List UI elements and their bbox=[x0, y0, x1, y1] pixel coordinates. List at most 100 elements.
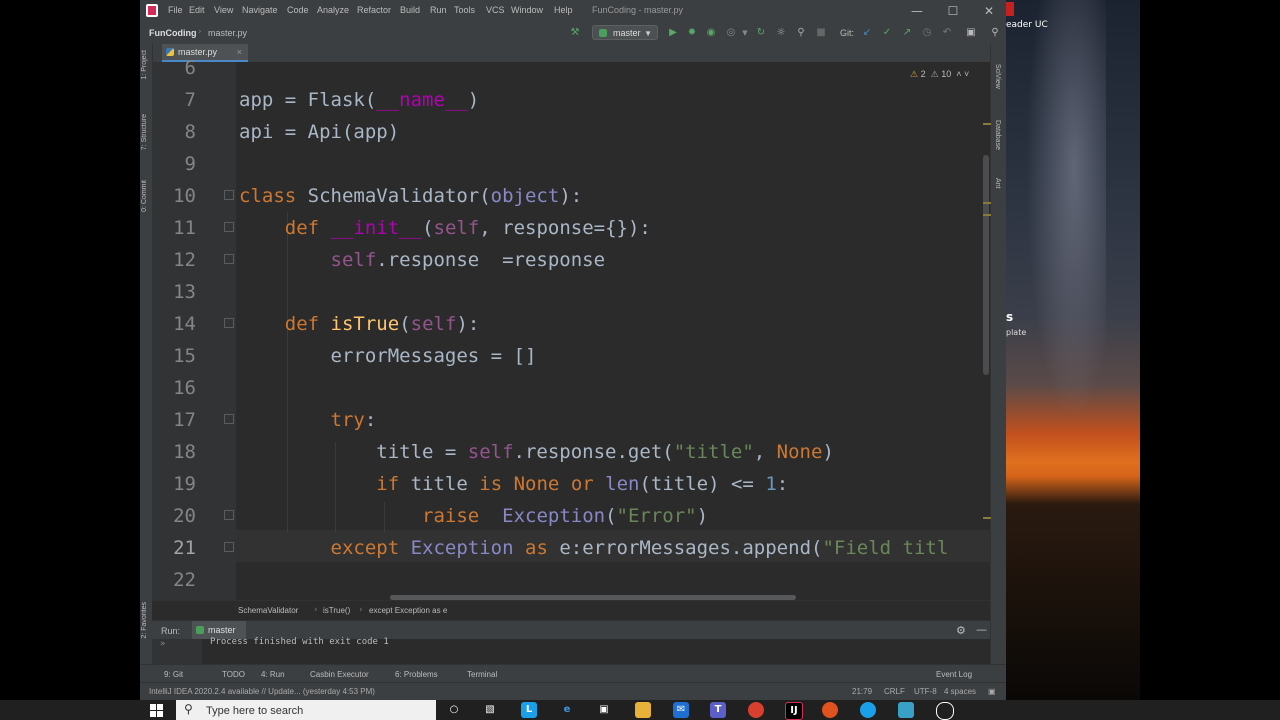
warning-stripe-mark[interactable] bbox=[983, 123, 991, 125]
menu-analyze[interactable]: Analyze bbox=[317, 5, 349, 15]
windows-start-icon[interactable] bbox=[150, 704, 163, 717]
chrome-icon[interactable] bbox=[748, 702, 764, 718]
fold-marker-icon[interactable] bbox=[224, 318, 234, 328]
commit-tool-button[interactable]: 0: Commit bbox=[141, 180, 148, 212]
intellij-taskbar-icon[interactable]: IJ bbox=[785, 702, 803, 720]
attach-icon[interactable]: ☼ bbox=[774, 26, 788, 40]
code-line[interactable]: class SchemaValidator(object): bbox=[239, 185, 582, 207]
git-tool-button[interactable]: 9: Git bbox=[164, 670, 183, 679]
fold-marker-icon[interactable] bbox=[224, 190, 234, 200]
code-line[interactable]: api = Api(app) bbox=[239, 121, 399, 143]
cortana-icon[interactable]: ○ bbox=[446, 702, 462, 718]
code-line[interactable]: title = self.response.get("title", None) bbox=[239, 441, 834, 463]
cursor-position[interactable]: 21:79 bbox=[852, 687, 872, 696]
code-line[interactable]: def isTrue(self): bbox=[239, 313, 480, 335]
search-everywhere-icon[interactable]: ⚲ bbox=[794, 26, 808, 40]
vertical-scrollbar[interactable] bbox=[983, 155, 989, 375]
stop-icon[interactable]: ■ bbox=[814, 26, 828, 40]
app-l-icon[interactable]: L bbox=[521, 702, 537, 718]
mail-icon[interactable]: ✉ bbox=[673, 702, 689, 718]
store-icon[interactable]: ▣ bbox=[596, 702, 612, 718]
run-tool-button[interactable]: 4: Run bbox=[261, 670, 285, 679]
menu-refactor[interactable]: Refactor bbox=[357, 5, 391, 15]
file-breadcrumb[interactable]: master.py bbox=[208, 28, 247, 38]
terminal-tool-button[interactable]: Terminal bbox=[467, 670, 497, 679]
fold-marker-icon[interactable] bbox=[224, 254, 234, 264]
todo-tool-button[interactable]: TODO bbox=[222, 670, 245, 679]
edge-icon[interactable]: e bbox=[559, 702, 575, 718]
menu-run[interactable]: Run bbox=[430, 5, 447, 15]
run-config-select[interactable]: master ▼ bbox=[592, 25, 658, 40]
code-line[interactable]: def __init__(self, response={}): bbox=[239, 217, 651, 239]
task-view-icon[interactable]: ▧ bbox=[482, 702, 498, 718]
fold-marker-icon[interactable] bbox=[224, 222, 234, 232]
close-window-icon[interactable]: ✕ bbox=[978, 2, 1000, 20]
code-editor[interactable]: app = Flask(__name__)api = Api(app) class… bbox=[236, 62, 990, 600]
problems-tool-button[interactable]: 6: Problems bbox=[395, 670, 438, 679]
menu-window[interactable]: Window bbox=[511, 5, 543, 15]
obs-icon[interactable] bbox=[936, 702, 954, 720]
debug-icon[interactable]: ✹ bbox=[685, 26, 699, 40]
git-push-icon[interactable]: ↗ bbox=[900, 26, 914, 40]
status-message[interactable]: IntelliJ IDEA 2020.2.4 available // Upda… bbox=[149, 687, 375, 696]
warning-stripe-mark[interactable] bbox=[983, 202, 991, 204]
project-structure-icon[interactable]: ▣ bbox=[964, 26, 978, 40]
menu-edit[interactable]: Edit bbox=[189, 5, 205, 15]
close-tab-icon[interactable]: × bbox=[237, 44, 242, 61]
project-breadcrumb[interactable]: FunCoding bbox=[149, 28, 196, 38]
menu-help[interactable]: Help bbox=[554, 5, 573, 15]
rerun-icon[interactable]: ↻ bbox=[754, 26, 768, 40]
minimize-icon[interactable]: — bbox=[906, 2, 928, 20]
app-notes-icon[interactable] bbox=[898, 702, 914, 718]
search-icon[interactable]: ⚲ bbox=[988, 26, 1002, 40]
menu-file[interactable]: File bbox=[168, 5, 183, 15]
warning-stripe-mark[interactable] bbox=[983, 214, 991, 216]
coverage-icon[interactable]: ◉ bbox=[704, 26, 718, 40]
project-tool-button[interactable]: 1: Project bbox=[141, 50, 148, 80]
git-update-icon[interactable]: ↙ bbox=[860, 26, 874, 40]
event-log-button[interactable]: Event Log bbox=[936, 670, 972, 679]
menu-code[interactable]: Code bbox=[287, 5, 309, 15]
fold-marker-icon[interactable] bbox=[224, 510, 234, 520]
breadcrumb-class[interactable]: SchemaValidator bbox=[238, 606, 298, 615]
file-encoding[interactable]: UTF-8 bbox=[914, 687, 937, 696]
menu-vcs[interactable]: VCS bbox=[486, 5, 505, 15]
file-explorer-icon[interactable] bbox=[635, 702, 651, 718]
inspection-widget[interactable]: ⚠ 2 ⚠ 10 ˄ ˅ bbox=[910, 69, 969, 80]
code-line[interactable]: errorMessages = [] bbox=[239, 345, 537, 367]
menu-view[interactable]: View bbox=[214, 5, 233, 15]
expand-icon[interactable]: » bbox=[160, 639, 166, 649]
chevron-up-icon[interactable]: ˄ bbox=[956, 69, 961, 79]
database-tool-button[interactable]: Database bbox=[994, 120, 1001, 150]
build-hammer-icon[interactable]: ⚒ bbox=[568, 26, 582, 40]
postman-icon[interactable] bbox=[822, 702, 838, 718]
profile-icon[interactable]: ◎ bbox=[724, 26, 738, 40]
menu-navigate[interactable]: Navigate bbox=[242, 5, 278, 15]
profile-dropdown-icon[interactable]: ▼ bbox=[738, 26, 752, 40]
app-blue-icon[interactable] bbox=[860, 702, 876, 718]
hide-panel-icon[interactable]: — bbox=[976, 623, 987, 636]
fold-marker-icon[interactable] bbox=[224, 542, 234, 552]
indent-setting[interactable]: 4 spaces bbox=[944, 687, 976, 696]
code-line[interactable]: if title is None or len(title) <= 1: bbox=[239, 473, 788, 495]
settings-gear-icon[interactable]: ⚙ bbox=[956, 624, 966, 637]
casbin-executor-button[interactable]: Casbin Executor bbox=[310, 670, 369, 679]
structure-tool-button[interactable]: 7: Structure bbox=[141, 114, 148, 150]
teams-icon[interactable]: T bbox=[710, 702, 726, 718]
code-line[interactable]: try: bbox=[239, 409, 377, 431]
favorites-tool-button[interactable]: 2: Favorites bbox=[141, 602, 148, 639]
fold-marker-icon[interactable] bbox=[224, 414, 234, 424]
warning-stripe-mark[interactable] bbox=[983, 517, 991, 519]
sciview-tool-button[interactable]: SciView bbox=[994, 64, 1001, 89]
git-rollback-icon[interactable]: ↶ bbox=[940, 26, 954, 40]
line-separator[interactable]: CRLF bbox=[884, 687, 905, 696]
code-line[interactable]: app = Flask(__name__) bbox=[239, 89, 479, 111]
taskbar-search-input[interactable]: ⚲ Type here to search bbox=[176, 700, 436, 720]
breadcrumb-block[interactable]: except Exception as e bbox=[369, 606, 447, 615]
code-line[interactable]: raise Exception("Error") bbox=[239, 505, 708, 527]
menu-build[interactable]: Build bbox=[400, 5, 420, 15]
code-line[interactable]: except Exception as e:errorMessages.appe… bbox=[239, 537, 949, 559]
menu-tools[interactable]: Tools bbox=[454, 5, 475, 15]
ant-tool-button[interactable]: Ant bbox=[994, 178, 1001, 189]
git-history-icon[interactable]: ◷ bbox=[920, 26, 934, 40]
